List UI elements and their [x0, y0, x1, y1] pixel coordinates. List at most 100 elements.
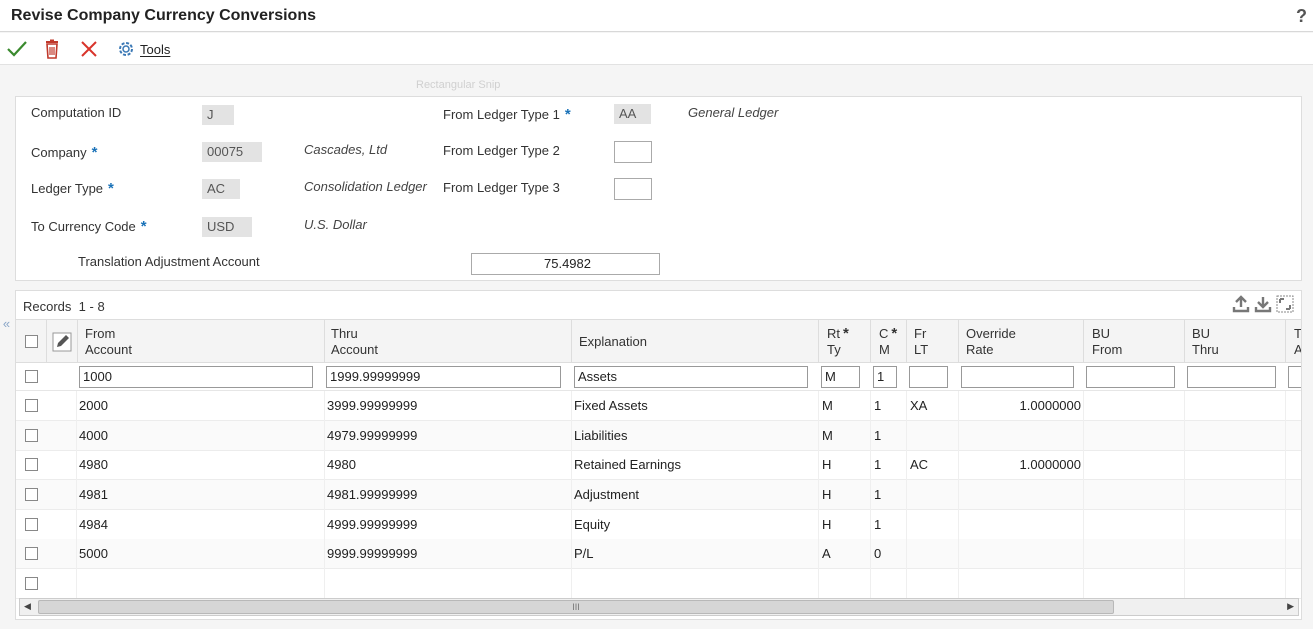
- company-field[interactable]: 00075: [202, 142, 262, 162]
- row-checkbox[interactable]: [25, 547, 38, 560]
- header-form: Computation ID J Company * 00075 Cascades…: [15, 96, 1302, 281]
- cell-cm: 1: [874, 457, 882, 472]
- cell-override: [961, 480, 1081, 509]
- computation-id-field[interactable]: J: [202, 105, 234, 125]
- cell-from: 4980: [79, 457, 108, 472]
- grid-toolbar: [1231, 294, 1295, 314]
- qbe-truncated-input[interactable]: [1288, 366, 1301, 388]
- row-checkbox[interactable]: [25, 429, 38, 442]
- table-row[interactable]: 2000 3999.99999999 Fixed Assets M 1 XA 1…: [16, 391, 1301, 421]
- cell-from: 4981: [79, 487, 108, 502]
- scrollbar-thumb[interactable]: III: [38, 600, 1114, 614]
- ledger-type-description: Consolidation Ledger: [304, 179, 427, 194]
- col-bu-from[interactable]: BU From: [1092, 320, 1122, 364]
- cell-thru: 4999.99999999: [327, 517, 418, 532]
- col-cm[interactable]: C * M: [879, 320, 897, 364]
- from-lt3-label: From Ledger Type 3: [443, 180, 560, 195]
- row-checkbox[interactable]: [25, 488, 38, 501]
- table-row[interactable]: 4984 4999.99999999 Equity H 1: [16, 510, 1301, 540]
- gear-icon: [119, 42, 133, 56]
- from-lt3-field[interactable]: [614, 178, 652, 200]
- qbe-cm-input[interactable]: 1: [873, 366, 897, 388]
- cell-cm: 1: [874, 487, 882, 502]
- col-bu-thru[interactable]: BU Thru: [1192, 320, 1219, 364]
- cell-override: [961, 539, 1081, 568]
- cell-thru: 4981.99999999: [327, 487, 418, 502]
- col-override-rate[interactable]: Override Rate: [966, 320, 1016, 364]
- from-lt1-description: General Ledger: [688, 105, 779, 120]
- cell-override: 1.0000000: [1019, 457, 1081, 472]
- from-lt2-field[interactable]: [614, 141, 652, 163]
- scroll-left-arrow[interactable]: ◀: [24, 601, 31, 612]
- qbe-explanation-input[interactable]: Assets: [574, 366, 808, 388]
- ledger-type-field[interactable]: AC: [202, 179, 240, 199]
- grid-panel: Records 1 - 8 From Account Thru Account Ex…: [15, 290, 1302, 620]
- cell-cm: 1: [874, 398, 882, 413]
- col-from-account[interactable]: From Account: [85, 320, 132, 364]
- qbe-override-input[interactable]: [961, 366, 1074, 388]
- table-row[interactable]: 4981 4981.99999999 Adjustment H 1: [16, 480, 1301, 510]
- company-label: Company *: [31, 144, 98, 161]
- row-checkbox[interactable]: [25, 399, 38, 412]
- computation-id-label: Computation ID: [31, 105, 122, 120]
- qbe-bu-from-input[interactable]: [1086, 366, 1175, 388]
- cell-rt: M: [822, 398, 833, 413]
- cell-override: [961, 421, 1081, 450]
- cell-override: 1.0000000: [1019, 398, 1081, 413]
- cell-rt: H: [822, 487, 832, 502]
- cell-rt: M: [822, 428, 833, 443]
- qbe-fr-input[interactable]: [909, 366, 948, 388]
- row-checkbox[interactable]: [25, 458, 38, 471]
- cell-from: 4984: [79, 517, 108, 532]
- help-icon[interactable]: ?: [1296, 6, 1307, 27]
- col-truncated[interactable]: TrA: [1294, 320, 1301, 364]
- trash-icon: [46, 39, 58, 59]
- col-explanation[interactable]: Explanation: [579, 320, 647, 364]
- edit-pen-icon[interactable]: [52, 332, 72, 352]
- title-bar: Revise Company Currency Conversions ?: [0, 0, 1313, 32]
- export-icon[interactable]: [1231, 294, 1251, 314]
- cell-cm: 1: [874, 428, 882, 443]
- qbe-bu-thru-input[interactable]: [1187, 366, 1276, 388]
- qbe-from-input[interactable]: 1000: [79, 366, 313, 388]
- cancel-button[interactable]: [79, 37, 99, 61]
- table-row[interactable]: 5000 9999.99999999 P/L A 0: [16, 539, 1301, 569]
- cell-from: 2000: [79, 398, 108, 413]
- collapse-panel-icon[interactable]: «: [0, 310, 13, 338]
- cell-explanation: P/L: [574, 546, 594, 561]
- row-checkbox[interactable]: [25, 518, 38, 531]
- delete-button[interactable]: [43, 37, 61, 61]
- scroll-right-arrow[interactable]: ▶: [1287, 601, 1294, 612]
- cell-rt: A: [822, 546, 831, 561]
- from-lt1-field[interactable]: AA: [614, 104, 651, 124]
- import-icon[interactable]: [1253, 294, 1273, 314]
- translation-adj-field[interactable]: 75.4982: [471, 253, 660, 275]
- required-icon: *: [108, 180, 114, 197]
- tools-menu[interactable]: Tools: [117, 37, 170, 61]
- cell-explanation: Liabilities: [574, 428, 628, 443]
- maximize-grid-icon[interactable]: [1275, 294, 1295, 314]
- table-row[interactable]: 4980 4980 Retained Earnings H 1 AC 1.000…: [16, 450, 1301, 480]
- cell-cm: 1: [874, 517, 882, 532]
- qbe-rt-input[interactable]: M: [821, 366, 860, 388]
- cell-thru: 4980: [327, 457, 356, 472]
- checkmark-icon: [7, 41, 27, 57]
- ok-button[interactable]: [6, 37, 28, 61]
- close-icon: [81, 41, 97, 57]
- col-thru-account[interactable]: Thru Account: [331, 320, 378, 364]
- cell-thru: 4979.99999999: [327, 428, 418, 443]
- table-row[interactable]: 4000 4979.99999999 Liabilities M 1: [16, 421, 1301, 451]
- row-checkbox[interactable]: [25, 577, 38, 590]
- qbe-thru-input[interactable]: 1999.99999999: [326, 366, 561, 388]
- horizontal-scrollbar[interactable]: ◀ III ▶: [19, 598, 1299, 616]
- to-currency-field[interactable]: USD: [202, 217, 252, 237]
- table-row-empty[interactable]: [16, 569, 1301, 599]
- cell-override: [961, 510, 1081, 539]
- cell-from: 5000: [79, 546, 108, 561]
- select-all-checkbox[interactable]: [25, 335, 38, 348]
- col-from-lt[interactable]: Fr LT: [914, 320, 928, 364]
- qbe-checkbox[interactable]: [25, 370, 38, 383]
- snip-ghost-text: Rectangular Snip: [416, 79, 501, 91]
- required-icon: *: [91, 144, 98, 161]
- col-rate-type[interactable]: Rt * Ty: [827, 320, 849, 364]
